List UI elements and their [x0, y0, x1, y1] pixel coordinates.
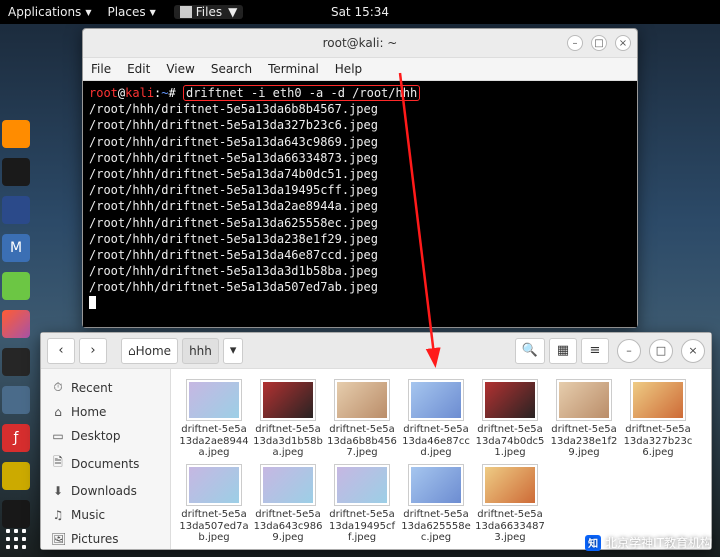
- file-name: driftnet-5e5a13da3d1b58ba.jpeg: [253, 424, 323, 458]
- files-toolbar: ‹ › ⌂ Home hhh ▾ 🔍 ▦ ≡ – □ ×: [41, 333, 711, 369]
- file-name: driftnet-5e5a13da66334873.jpeg: [475, 509, 545, 543]
- sidebar-icon: ▭: [51, 429, 65, 443]
- close-button[interactable]: ×: [615, 35, 631, 51]
- terminal-window: root@kali: ~ – □ × File Edit View Search…: [82, 28, 638, 328]
- panel-clock[interactable]: Sat 15:34: [331, 5, 389, 19]
- dock-icon-app9[interactable]: ƒ: [2, 424, 30, 452]
- files-window: ‹ › ⌂ Home hhh ▾ 🔍 ▦ ≡ – □ × ⏱Recent⌂Hom…: [40, 332, 712, 550]
- file-thumbnail: [408, 379, 464, 421]
- terminal-content[interactable]: root@kali:~# driftnet -i eth0 -a -d /roo…: [83, 81, 637, 327]
- file-tile[interactable]: driftnet-5e5a13da643c9869.jpeg: [253, 464, 323, 543]
- file-thumbnail: [482, 379, 538, 421]
- files-icon-view[interactable]: driftnet-5e5a13da2ae8944a.jpegdriftnet-5…: [171, 369, 711, 549]
- sidebar-icon: ⬇: [51, 484, 65, 498]
- menu-edit[interactable]: Edit: [127, 62, 150, 76]
- terminal-menubar: File Edit View Search Terminal Help: [83, 57, 637, 81]
- file-tile[interactable]: driftnet-5e5a13da3d1b58ba.jpeg: [253, 379, 323, 458]
- path-folder-button[interactable]: hhh: [182, 338, 219, 364]
- gnome-top-panel: Applications▼ Places▼ Files▼ Sat 15:34: [0, 0, 720, 24]
- file-thumbnail: [334, 379, 390, 421]
- file-thumbnail: [408, 464, 464, 506]
- file-thumbnail: [556, 379, 612, 421]
- files-icon: [180, 6, 192, 18]
- dock-icon-files[interactable]: [2, 196, 30, 224]
- file-tile[interactable]: driftnet-5e5a13da6b8b4567.jpeg: [327, 379, 397, 458]
- file-tile[interactable]: driftnet-5e5a13da74b0dc51.jpeg: [475, 379, 545, 458]
- file-thumbnail: [186, 379, 242, 421]
- menu-terminal[interactable]: Terminal: [268, 62, 319, 76]
- activities-button[interactable]: [6, 529, 28, 551]
- view-icons-button[interactable]: ▦: [549, 338, 577, 364]
- file-tile[interactable]: driftnet-5e5a13da507ed7ab.jpeg: [179, 464, 249, 543]
- file-name: driftnet-5e5a13da74b0dc51.jpeg: [475, 424, 545, 458]
- terminal-title: root@kali: ~: [323, 36, 398, 50]
- maximize-button[interactable]: □: [591, 35, 607, 51]
- fm-close-button[interactable]: ×: [681, 339, 705, 363]
- file-name: driftnet-5e5a13da625558ec.jpeg: [401, 509, 471, 543]
- terminal-titlebar[interactable]: root@kali: ~ – □ ×: [83, 29, 637, 57]
- fm-maximize-button[interactable]: □: [649, 339, 673, 363]
- file-name: driftnet-5e5a13da19495cff.jpeg: [327, 509, 397, 543]
- path-overflow-button[interactable]: ▾: [223, 338, 244, 364]
- file-thumbnail: [186, 464, 242, 506]
- view-list-button[interactable]: ≡: [581, 338, 609, 364]
- file-name: driftnet-5e5a13da238e1f29.jpeg: [549, 424, 619, 458]
- fm-minimize-button[interactable]: –: [617, 339, 641, 363]
- file-tile[interactable]: driftnet-5e5a13da19495cff.jpeg: [327, 464, 397, 543]
- file-thumbnail: [260, 464, 316, 506]
- file-thumbnail: [630, 379, 686, 421]
- dock-icon-app10[interactable]: [2, 462, 30, 490]
- sidebar-item-home[interactable]: ⌂Home: [41, 400, 170, 424]
- sidebar-icon: 🖼: [51, 532, 65, 546]
- search-button[interactable]: 🔍: [515, 338, 545, 364]
- menu-view[interactable]: View: [166, 62, 194, 76]
- dock-icon-app8[interactable]: [2, 386, 30, 414]
- menu-search[interactable]: Search: [211, 62, 252, 76]
- dock-icon-metasploit[interactable]: M: [2, 234, 30, 262]
- applications-menu[interactable]: Applications▼: [8, 5, 91, 19]
- menu-help[interactable]: Help: [335, 62, 362, 76]
- file-name: driftnet-5e5a13da46e87ccd.jpeg: [401, 424, 471, 458]
- file-thumbnail: [482, 464, 538, 506]
- sidebar-item-pictures[interactable]: 🖼Pictures: [41, 527, 170, 549]
- sidebar-icon: ♫: [51, 508, 65, 522]
- sidebar-item-documents[interactable]: 🗎Documents: [41, 448, 170, 479]
- dock-icon-app6[interactable]: [2, 310, 30, 338]
- nav-back-button[interactable]: ‹: [47, 338, 75, 364]
- menu-file[interactable]: File: [91, 62, 111, 76]
- sidebar-icon: ⏱: [51, 380, 65, 395]
- sidebar-item-desktop[interactable]: ▭Desktop: [41, 424, 170, 448]
- file-name: driftnet-5e5a13da643c9869.jpeg: [253, 509, 323, 543]
- file-thumbnail: [260, 379, 316, 421]
- dock-icon-app5[interactable]: [2, 272, 30, 300]
- sidebar-item-music[interactable]: ♫Music: [41, 503, 170, 527]
- dock-icon-app7[interactable]: [2, 348, 30, 376]
- file-name: driftnet-5e5a13da2ae8944a.jpeg: [179, 424, 249, 458]
- file-tile[interactable]: driftnet-5e5a13da238e1f29.jpeg: [549, 379, 619, 458]
- file-tile[interactable]: driftnet-5e5a13da327b23c6.jpeg: [623, 379, 693, 458]
- sidebar-icon: 🗎: [51, 453, 65, 474]
- watermark: 知北京学神IT教育机构: [585, 534, 712, 551]
- file-thumbnail: [334, 464, 390, 506]
- file-tile[interactable]: driftnet-5e5a13da625558ec.jpeg: [401, 464, 471, 543]
- active-app-menu[interactable]: Files▼: [174, 5, 244, 19]
- sidebar-item-recent[interactable]: ⏱Recent: [41, 375, 170, 400]
- file-name: driftnet-5e5a13da507ed7ab.jpeg: [179, 509, 249, 543]
- files-sidebar: ⏱Recent⌂Home▭Desktop🗎Documents⬇Downloads…: [41, 369, 171, 549]
- file-tile[interactable]: driftnet-5e5a13da46e87ccd.jpeg: [401, 379, 471, 458]
- dock-icon-app11[interactable]: [2, 500, 30, 528]
- nav-forward-button[interactable]: ›: [79, 338, 107, 364]
- sidebar-icon: ⌂: [51, 405, 65, 419]
- file-name: driftnet-5e5a13da327b23c6.jpeg: [623, 424, 693, 458]
- file-name: driftnet-5e5a13da6b8b4567.jpeg: [327, 424, 397, 458]
- file-tile[interactable]: driftnet-5e5a13da66334873.jpeg: [475, 464, 545, 543]
- places-menu[interactable]: Places▼: [107, 5, 155, 19]
- left-dock: M ƒ: [2, 120, 34, 528]
- sidebar-item-downloads[interactable]: ⬇Downloads: [41, 479, 170, 503]
- path-home-button[interactable]: ⌂ Home: [121, 338, 178, 364]
- file-tile[interactable]: driftnet-5e5a13da2ae8944a.jpeg: [179, 379, 249, 458]
- dock-icon-terminal[interactable]: [2, 158, 30, 186]
- minimize-button[interactable]: –: [567, 35, 583, 51]
- dock-icon-firefox[interactable]: [2, 120, 30, 148]
